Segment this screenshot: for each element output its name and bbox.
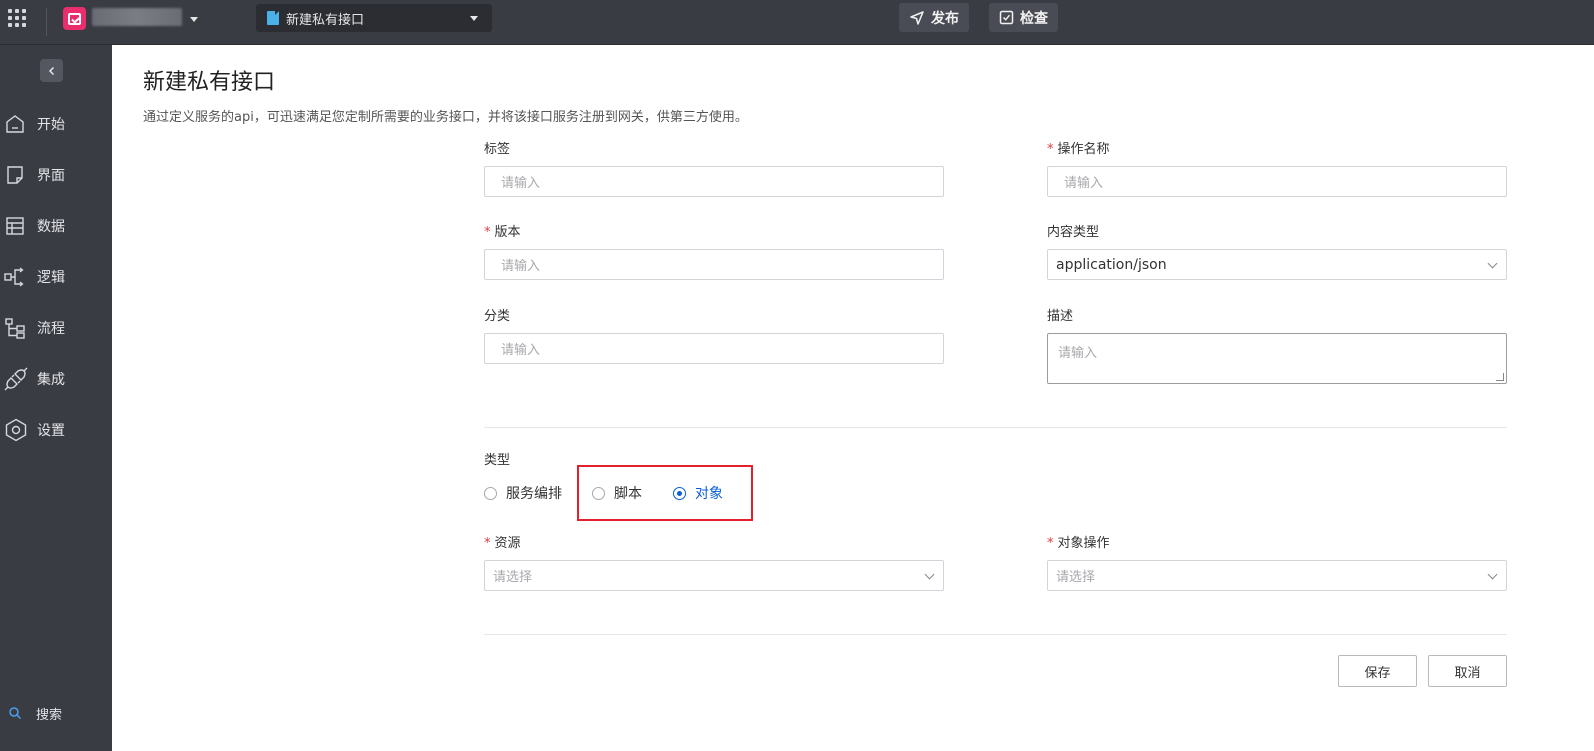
file-selector[interactable]: 新建私有接口 [256, 4, 492, 32]
check-label: 检查 [1020, 10, 1048, 27]
divider [46, 8, 47, 36]
version-label: * 版本 [484, 225, 521, 240]
radio-service-orchestration[interactable]: 服务编排 [484, 483, 562, 503]
flow-icon [5, 318, 25, 339]
file-selector-label: 新建私有接口 [286, 12, 365, 28]
resource-label: * 资源 [484, 536, 521, 551]
object-operation-select[interactable]: 请选择 [1047, 560, 1507, 591]
page-title: 新建私有接口 [143, 70, 276, 95]
logic-icon [4, 267, 24, 287]
operation-name-input[interactable]: 请输入 [1047, 166, 1507, 197]
sidebar-item-settings[interactable]: 设置 [0, 415, 112, 445]
caret-down-icon[interactable] [190, 17, 198, 22]
sidebar-item-logic[interactable]: 逻辑 [0, 262, 112, 292]
document-icon [267, 11, 279, 25]
search-icon [9, 707, 22, 720]
sidebar-item-label: 开始 [37, 117, 65, 133]
category-label: 分类 [484, 309, 511, 324]
radio-circle [484, 486, 497, 500]
sidebar-item-label: 流程 [37, 321, 65, 337]
chevron-left-icon [48, 66, 54, 75]
chevron-down-icon [924, 569, 935, 580]
plug-icon [4, 367, 28, 391]
sidebar-item-flow[interactable]: 流程 [0, 313, 112, 343]
sidebar-item-label: 设置 [37, 423, 65, 439]
sidebar-item-label: 数据 [37, 219, 65, 235]
app-grid-icon[interactable] [8, 9, 26, 27]
sidebar-item-start[interactable]: 开始 [0, 109, 112, 139]
hexagon-settings-icon [5, 418, 27, 442]
check-button[interactable]: 检查 [989, 3, 1058, 32]
sidebar-item-data[interactable]: 数据 [0, 211, 112, 241]
divider [484, 634, 1507, 635]
sidebar: 开始 界面 数据 逻辑 流程 集成 设置 搜索 [0, 45, 112, 751]
operation-name-label: * 操作名称 [1047, 142, 1110, 157]
search-label: 搜索 [36, 708, 63, 723]
description-label: 描述 [1047, 309, 1074, 324]
collapse-sidebar-button[interactable] [40, 59, 63, 82]
category-input[interactable]: 请输入 [484, 333, 944, 364]
page-description: 通过定义服务的api，可迅速满足您定制所需要的业务接口，并将该接口服务注册到网关… [143, 110, 748, 125]
resource-select[interactable]: 请选择 [484, 560, 944, 591]
content-type-label: 内容类型 [1047, 225, 1100, 240]
sidebar-search[interactable]: 搜索 [0, 701, 112, 725]
publish-button[interactable]: 发布 [899, 3, 969, 32]
chevron-down-icon [1487, 258, 1498, 269]
highlight-annotation-box [577, 465, 753, 521]
sidebar-item-label: 逻辑 [37, 270, 65, 286]
page-icon [7, 166, 23, 184]
sidebar-item-label: 集成 [37, 372, 65, 388]
sidebar-item-ui[interactable]: 界面 [0, 160, 112, 190]
description-textarea[interactable]: 请输入 [1047, 333, 1507, 384]
object-operation-label: * 对象操作 [1047, 536, 1110, 551]
home-icon [6, 115, 24, 133]
cancel-button[interactable]: 取消 [1428, 655, 1507, 687]
app-calendar-icon[interactable] [63, 7, 86, 30]
save-button[interactable]: 保存 [1338, 655, 1417, 687]
table-icon [6, 217, 24, 235]
divider [484, 427, 1507, 428]
tag-label: 标签 [484, 142, 511, 157]
sidebar-item-label: 界面 [37, 168, 65, 184]
caret-down-icon [470, 16, 478, 21]
type-label: 类型 [484, 453, 511, 468]
tag-input[interactable]: 请输入 [484, 166, 944, 197]
send-icon [910, 10, 924, 25]
chevron-down-icon [1487, 569, 1498, 580]
top-bar: 新建私有接口 发布 检查 [0, 0, 1594, 45]
resize-handle[interactable] [1496, 373, 1504, 381]
checkbox-icon [999, 10, 1014, 25]
version-input[interactable]: 请输入 [484, 249, 944, 280]
app-name-redacted[interactable] [92, 8, 182, 26]
content-type-select[interactable]: application/json [1047, 249, 1507, 280]
publish-label: 发布 [931, 10, 959, 27]
sidebar-item-integration[interactable]: 集成 [0, 364, 112, 394]
